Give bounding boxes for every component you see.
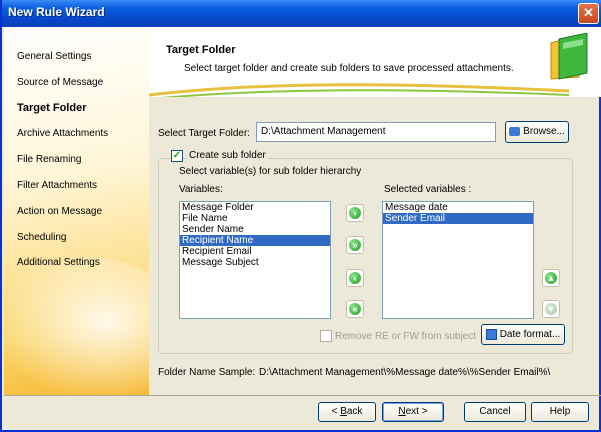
page-subtitle: Select target folder and create sub fold… [184,63,514,74]
list-item[interactable]: Message Subject [180,257,330,268]
double-arrow-left-icon: « [349,303,361,315]
remove-re-fw-checkbox[interactable] [320,330,332,342]
sidebar-item-additional-settings[interactable]: Additional Settings [17,257,100,268]
subfolder-hint: Select variable(s) for sub folder hierar… [179,166,362,177]
page-title: Target Folder [166,44,236,56]
back-button[interactable]: < Back [318,402,376,422]
list-item[interactable]: Sender Email [383,213,533,224]
target-folder-field[interactable]: D:\Attachment Management [256,122,496,142]
subfolder-group: ✓ Create sub folder Select variable(s) f… [158,150,573,354]
sidebar-item-source-of-message[interactable]: Source of Message [17,77,103,88]
arrow-right-icon: › [349,207,361,219]
variables-label: Variables: [179,184,223,195]
sidebar-item-target-folder[interactable]: Target Folder [17,102,86,114]
add-all-variables-button[interactable]: » [346,236,364,254]
folder-name-sample-value: D:\Attachment Management\%Message date%\… [259,367,551,378]
selected-variables-list[interactable]: Message date Sender Email [382,201,534,319]
next-button[interactable]: Next > [382,402,444,422]
add-variable-button[interactable]: › [346,204,364,222]
footer-divider [4,395,601,396]
wizard-steps-sidebar: General Settings Source of Message Targe… [4,27,149,395]
list-item[interactable]: Recipient Email [180,246,330,257]
date-format-button-label: Date format... [499,329,561,340]
list-item[interactable]: Message Folder [180,202,330,213]
sidebar-item-filter-attachments[interactable]: Filter Attachments [17,180,97,191]
sidebar-item-general-settings[interactable]: General Settings [17,51,92,62]
close-button[interactable]: ✕ [578,3,599,24]
arrow-down-icon: ▼ [545,303,557,315]
date-format-button[interactable]: Date format... [481,324,565,345]
header-wave-decoration [149,83,569,97]
sidebar-item-scheduling[interactable]: Scheduling [17,232,66,243]
wizard-window: New Rule Wizard ✕ General Settings Sourc… [0,0,601,432]
browse-button[interactable]: Browse... [505,121,569,143]
double-arrow-right-icon: » [349,239,361,251]
page-header: Target Folder Select target folder and c… [149,27,601,97]
remove-variable-button[interactable]: ‹ [346,269,364,287]
variables-list[interactable]: Message Folder File Name Sender Name Rec… [179,201,331,319]
cancel-button[interactable]: Cancel [464,402,526,422]
sidebar-item-archive-attachments[interactable]: Archive Attachments [17,128,108,139]
move-down-button[interactable]: ▼ [542,300,560,318]
list-item[interactable]: File Name [180,213,330,224]
window-title: New Rule Wizard [8,5,105,19]
arrow-left-icon: ‹ [349,272,361,284]
folder-icon [550,33,588,80]
arrow-up-icon: ▲ [545,272,557,284]
sidebar-item-action-on-message[interactable]: Action on Message [17,206,102,217]
back-rest: ack [346,406,363,417]
browse-button-label: Browse... [523,126,565,137]
calendar-icon [485,328,497,340]
checkmark-icon: ✓ [172,150,182,161]
back-prefix: < [331,406,341,417]
back-accel: B [340,406,347,417]
create-subfolder-label: Create sub folder [187,150,268,161]
main-content: Select Target Folder: D:\Attachment Mana… [149,97,601,395]
selected-variables-label: Selected variables : [384,184,472,195]
target-folder-label: Select Target Folder: [158,128,251,139]
sidebar-decoration [4,257,149,395]
next-rest: ext > [405,406,428,417]
list-item[interactable]: Message date [383,202,533,213]
close-icon: ✕ [583,5,594,20]
remove-all-variables-button[interactable]: « [346,300,364,318]
next-accel: N [398,406,406,417]
move-up-button[interactable]: ▲ [542,269,560,287]
title-bar: New Rule Wizard ✕ [2,0,601,27]
folder-name-sample-label: Folder Name Sample: [158,367,256,378]
folder-open-icon [509,126,521,136]
create-subfolder-checkbox[interactable]: ✓ [171,150,183,162]
list-item[interactable]: Recipient Name [180,235,330,246]
help-button[interactable]: Help [531,402,589,422]
sidebar-item-file-renaming[interactable]: File Renaming [17,154,81,165]
list-item[interactable]: Sender Name [180,224,330,235]
remove-re-fw-label: Remove RE or FW from subject [335,331,477,342]
